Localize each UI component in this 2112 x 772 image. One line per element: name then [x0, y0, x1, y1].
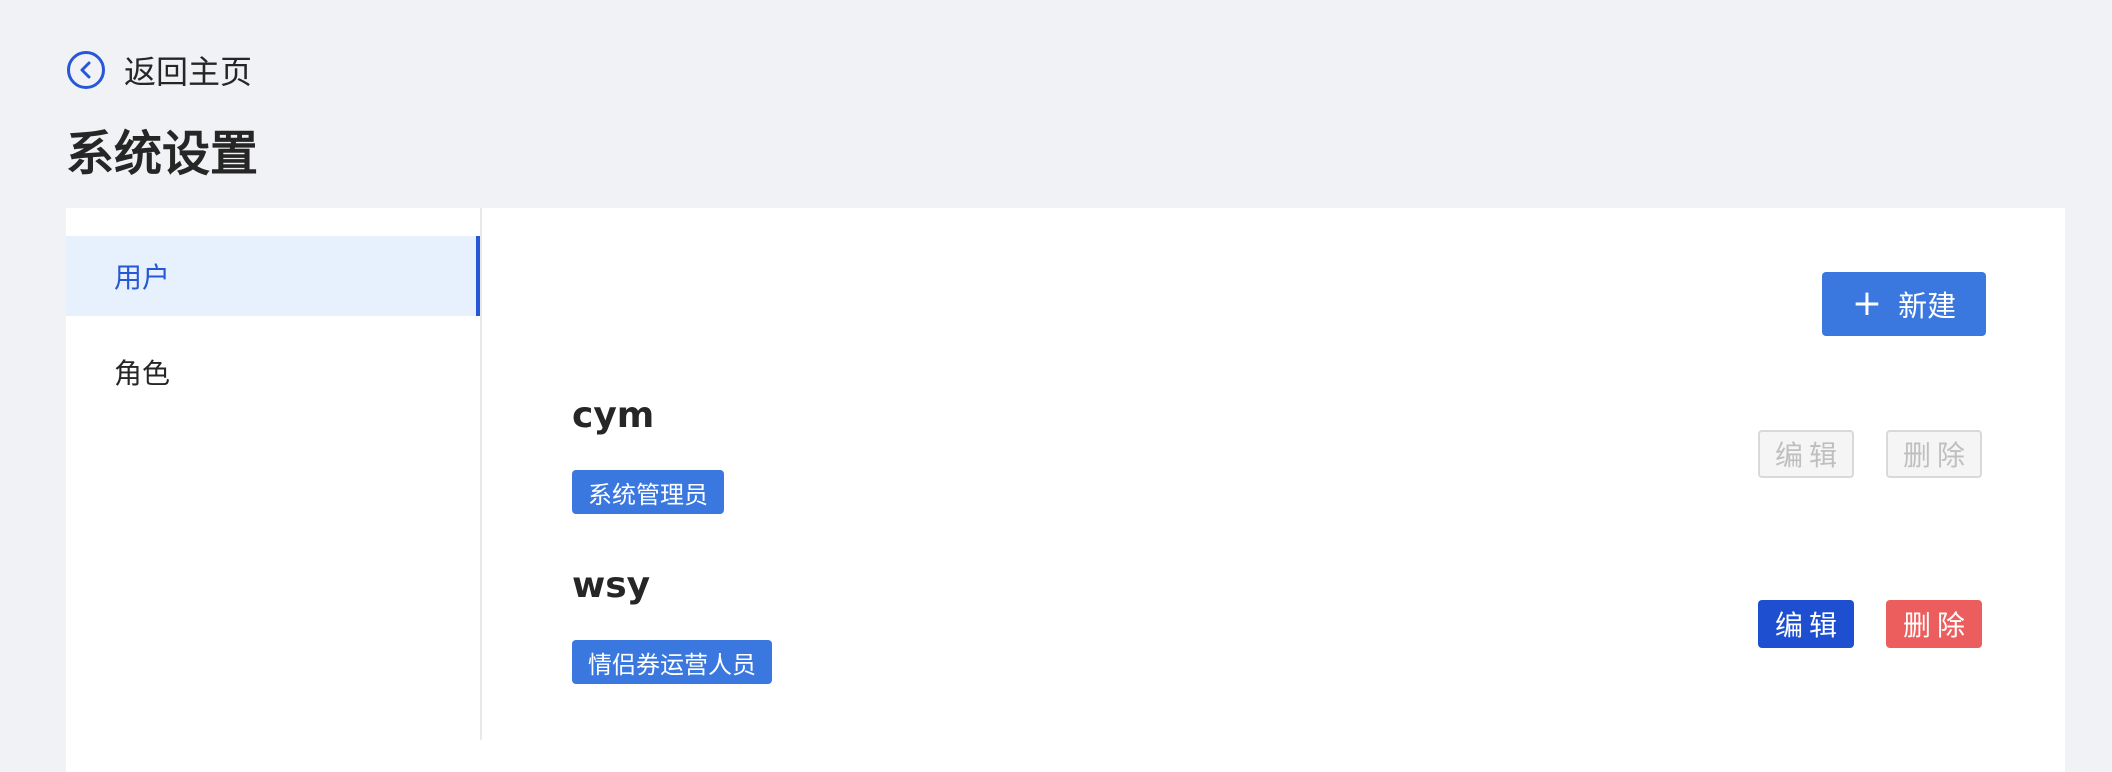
- sidebar-item-roles[interactable]: 角色: [66, 332, 480, 412]
- new-user-button[interactable]: + 新建: [1822, 272, 1986, 336]
- sidebar-divider: [480, 208, 482, 740]
- role-tag: 系统管理员: [572, 470, 724, 514]
- back-to-home-link[interactable]: 返回主页: [66, 48, 252, 92]
- role-tag: 情侣券运营人员: [572, 640, 772, 684]
- sidebar-item-label: 用户: [114, 261, 171, 294]
- user-name: cym: [572, 395, 655, 436]
- chevron-left-circle-icon[interactable]: [66, 50, 106, 90]
- edit-user-button[interactable]: 编辑: [1758, 430, 1854, 478]
- page-title: 系统设置: [66, 126, 259, 182]
- settings-panel: 用户 角色 + 新建 cym 系统管理员 编辑 删除 wsy 情侣券运营人员 编…: [66, 208, 2065, 772]
- new-button-label: 新建: [1898, 289, 1957, 323]
- delete-user-button[interactable]: 删除: [1886, 430, 1982, 478]
- back-to-home-label[interactable]: 返回主页: [124, 47, 252, 93]
- plus-icon: +: [1851, 283, 1883, 324]
- edit-user-button[interactable]: 编辑: [1758, 600, 1854, 648]
- sidebar-item-users[interactable]: 用户: [66, 236, 482, 316]
- user-name: wsy: [572, 565, 651, 606]
- delete-user-button[interactable]: 删除: [1886, 600, 1982, 648]
- settings-sidebar: 用户 角色: [66, 208, 482, 740]
- sidebar-item-label: 角色: [114, 357, 171, 390]
